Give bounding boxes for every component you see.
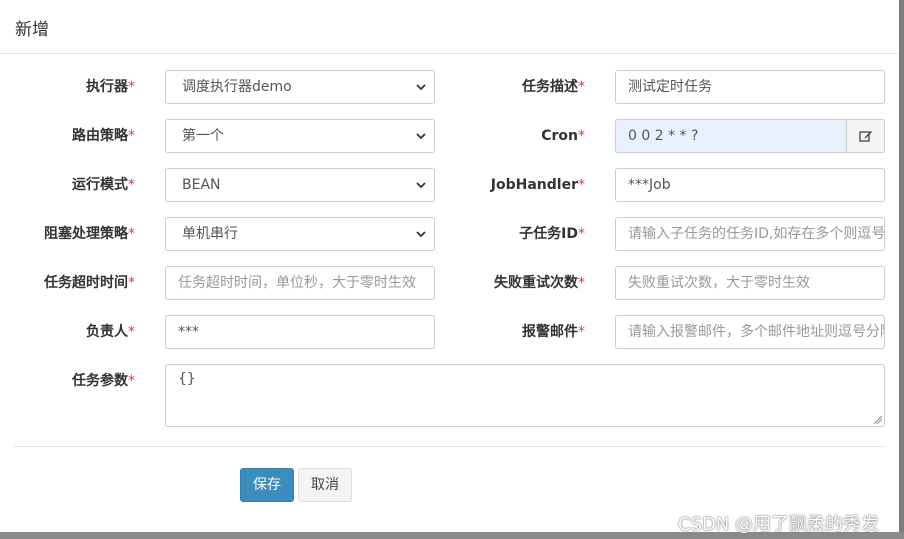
cancel-button[interactable]: 取消 bbox=[298, 468, 352, 502]
chevron-down-icon bbox=[416, 84, 426, 91]
author-input[interactable]: *** bbox=[165, 315, 435, 349]
retry-count-input[interactable]: 失败重试次数，大于零时生效 bbox=[615, 266, 885, 300]
author-label: 负责人* bbox=[86, 324, 135, 340]
edit-icon bbox=[858, 131, 872, 142]
cron-label: Cron* bbox=[541, 128, 585, 144]
alarm-email-input[interactable]: 请输入报警邮件，多个邮件地址则逗号分隔 bbox=[615, 315, 885, 349]
job-desc-input[interactable]: 测试定时任务 bbox=[615, 70, 885, 104]
resize-grip-icon[interactable] bbox=[874, 416, 882, 424]
watermark: CSDN @用了飘柔的秀发 bbox=[678, 514, 880, 535]
alarm-email-label: 报警邮件* bbox=[522, 324, 585, 340]
child-job-id-label: 子任务ID* bbox=[519, 226, 585, 242]
block-strategy-label: 阻塞处理策略* bbox=[44, 226, 135, 242]
block-strategy-select[interactable]: 单机串行 bbox=[165, 217, 435, 251]
chevron-down-icon bbox=[416, 231, 426, 238]
header-divider bbox=[0, 53, 899, 54]
run-mode-select[interactable]: BEAN bbox=[165, 168, 435, 202]
job-handler-input[interactable]: ***Job bbox=[615, 168, 885, 202]
retry-count-label: 失败重试次数* bbox=[494, 275, 585, 291]
window-edge-right bbox=[899, 0, 904, 539]
child-job-id-input[interactable]: 请输入子任务的任务ID,如存在多个则逗号分隔 bbox=[615, 217, 885, 251]
footer-divider bbox=[14, 446, 885, 447]
cron-edit-button[interactable] bbox=[846, 119, 885, 153]
job-handler-label: JobHandler* bbox=[490, 177, 585, 193]
job-param-label: 任务参数* bbox=[72, 373, 135, 389]
route-strategy-select[interactable]: 第一个 bbox=[165, 119, 435, 153]
job-param-textarea[interactable]: {} bbox=[165, 364, 885, 427]
timeout-input[interactable]: 任务超时时间，单位秒，大于零时生效 bbox=[165, 266, 435, 300]
route-strategy-label: 路由策略* bbox=[72, 128, 135, 144]
timeout-label: 任务超时时间* bbox=[44, 275, 135, 291]
modal-title: 新增 bbox=[15, 20, 49, 40]
chevron-down-icon bbox=[416, 182, 426, 189]
executor-select[interactable]: 调度执行器demo bbox=[165, 70, 435, 104]
save-button[interactable]: 保存 bbox=[240, 468, 294, 502]
run-mode-label: 运行模式* bbox=[72, 177, 135, 193]
job-desc-label: 任务描述* bbox=[522, 79, 585, 95]
executor-label: 执行器* bbox=[86, 79, 135, 95]
chevron-down-icon bbox=[416, 133, 426, 140]
cron-input[interactable]: 0 0 2 * * ? bbox=[615, 119, 847, 153]
